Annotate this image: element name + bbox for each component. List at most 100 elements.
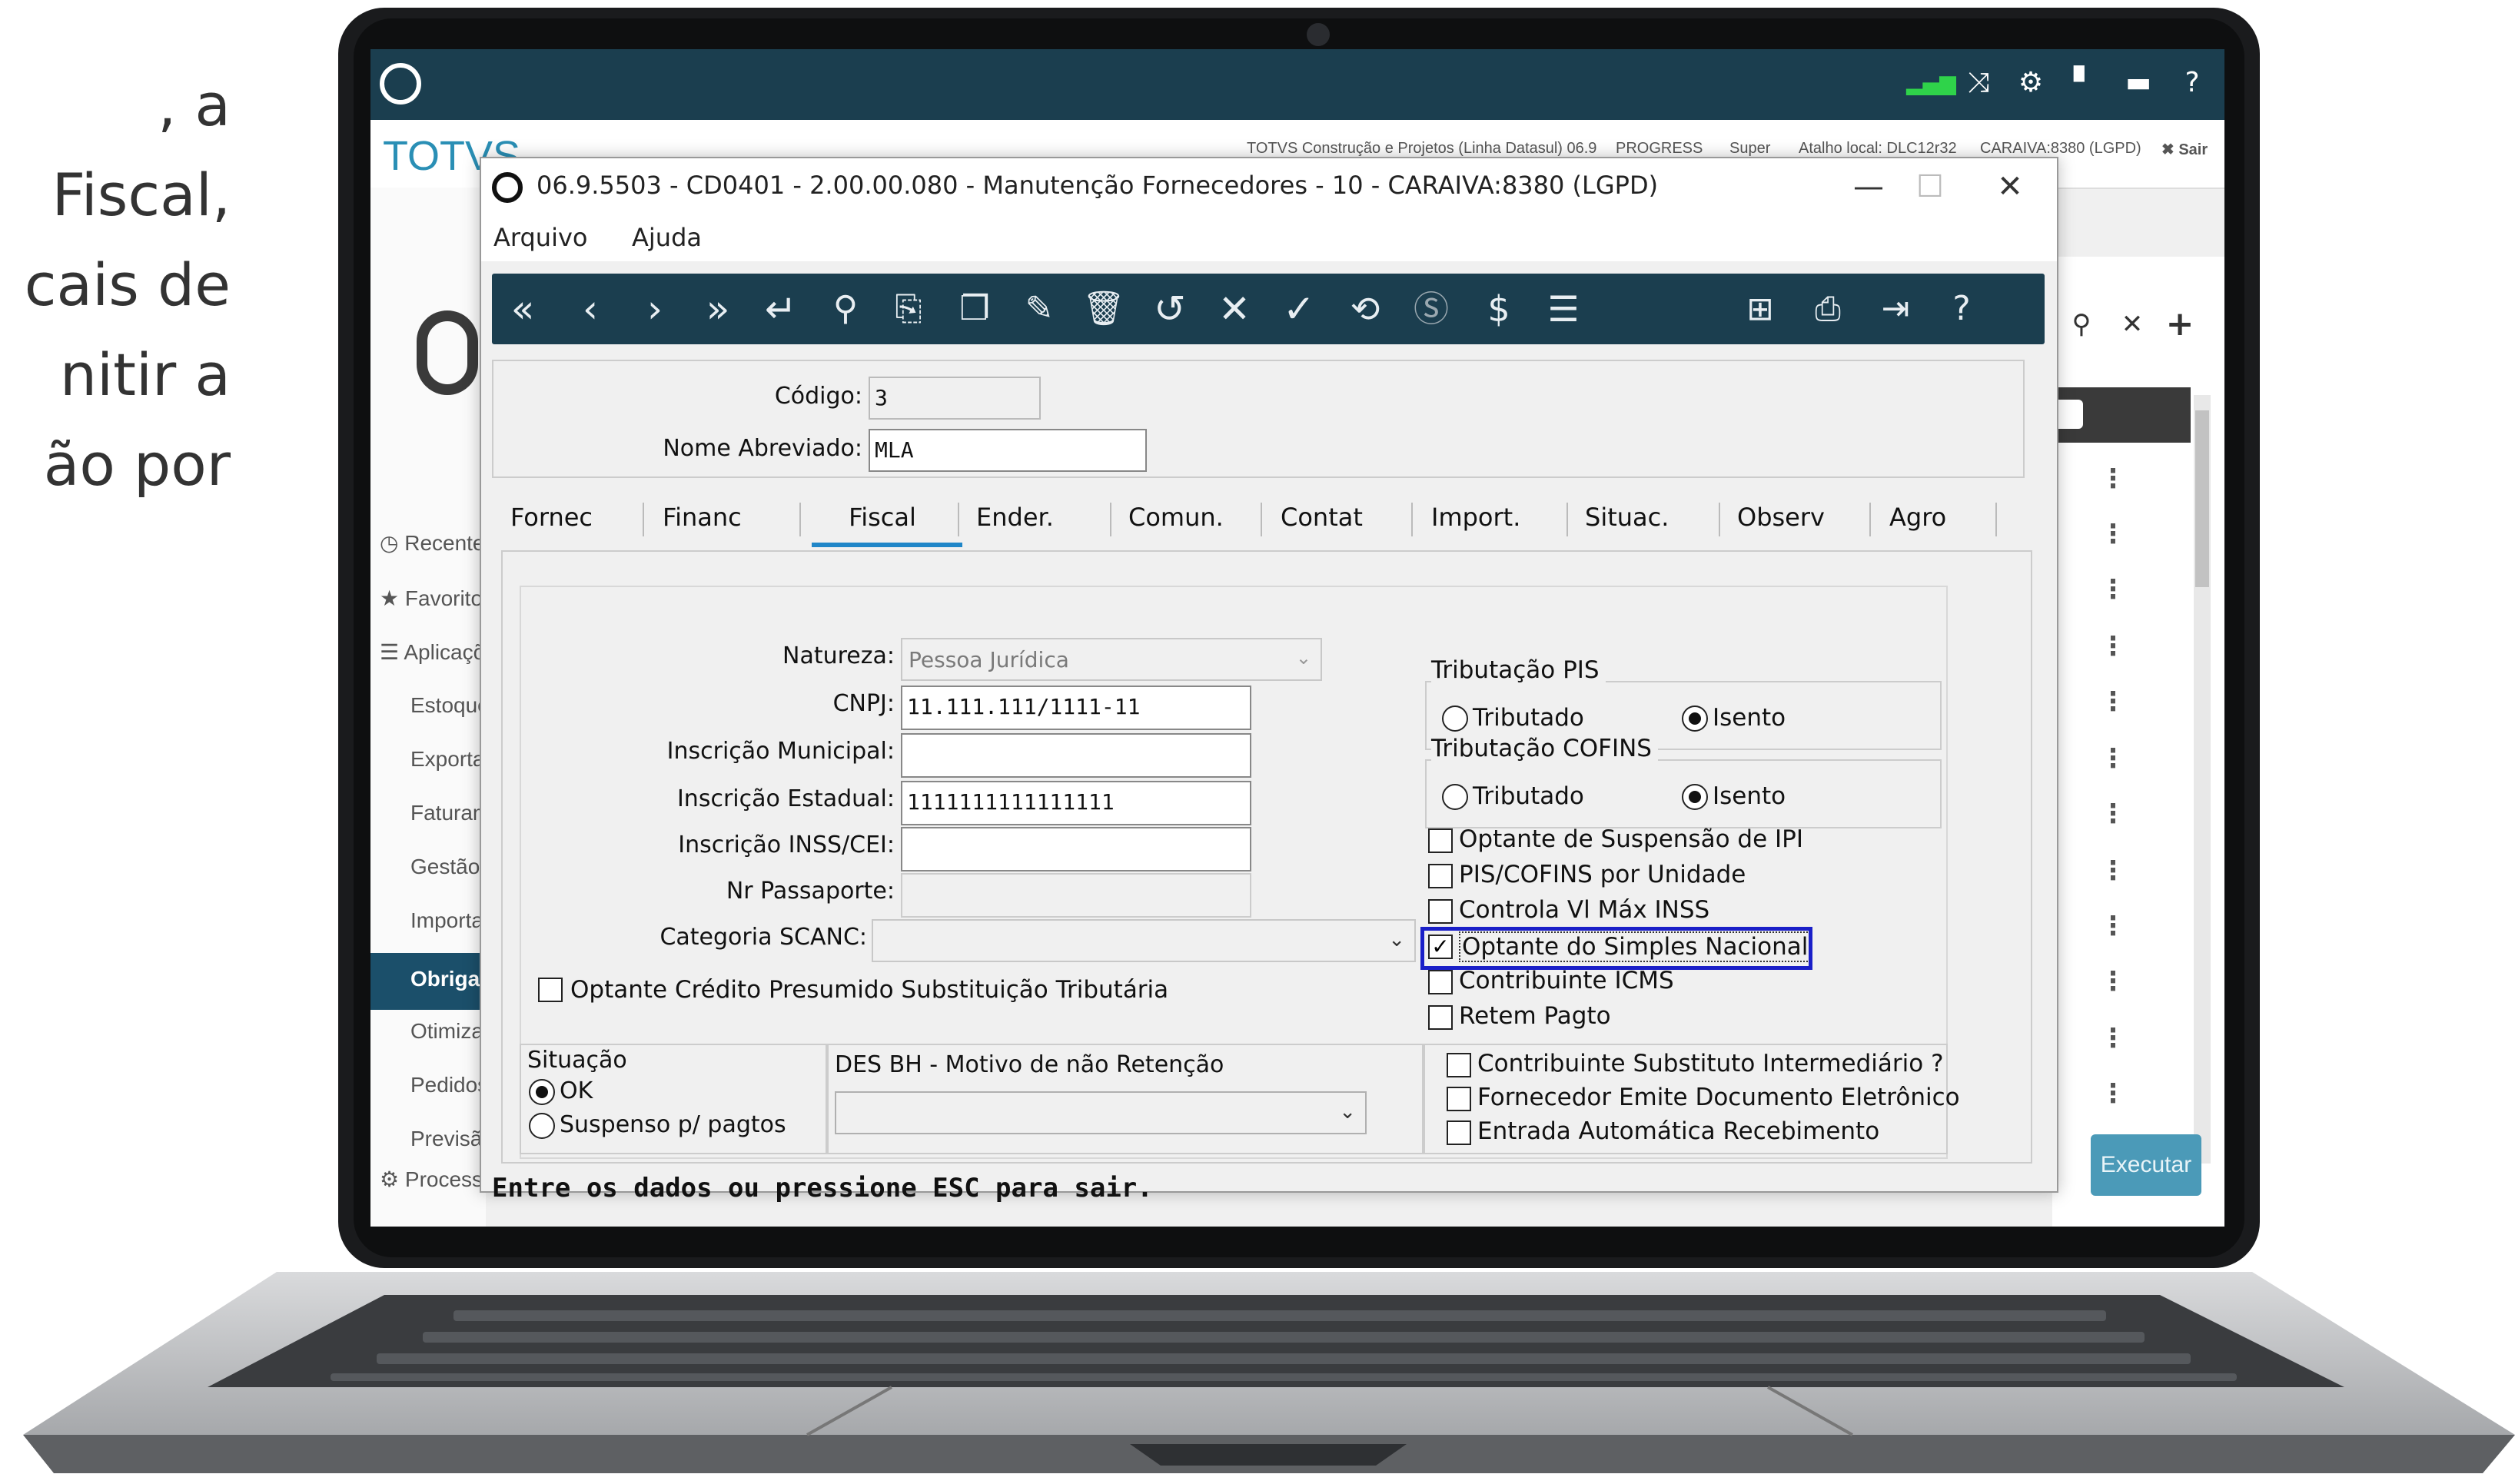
- pis-cofins-unidade-checkbox[interactable]: [1428, 864, 1453, 888]
- menu-ajuda[interactable]: Ajuda: [632, 223, 702, 252]
- currency-disabled-icon[interactable]: Ⓢ: [1407, 284, 1456, 334]
- first-record-icon[interactable]: «: [498, 284, 547, 334]
- row-menu-icon[interactable]: ⋮: [2100, 739, 2126, 778]
- shuffle-icon[interactable]: ⤨: [1960, 65, 1997, 101]
- tab-comun[interactable]: Comun.: [1128, 503, 1224, 532]
- nav-item-importa[interactable]: Importa: [410, 908, 483, 933]
- nav-item-gestao[interactable]: Gestão: [410, 855, 480, 879]
- help-icon[interactable]: ?: [2174, 65, 2211, 101]
- nav-item-faturam[interactable]: Faturam: [410, 801, 490, 825]
- edit-icon[interactable]: ✎: [1015, 284, 1064, 334]
- row-menu-icon[interactable]: ⋮: [2100, 570, 2126, 609]
- row-menu-icon[interactable]: ⋮: [2100, 852, 2126, 890]
- nav-item-obrigac-active[interactable]: Obrigaç: [370, 953, 492, 1010]
- row-menu-icon[interactable]: ⋮: [2100, 682, 2126, 721]
- codigo-field[interactable]: 3: [869, 377, 1041, 420]
- tab-fiscal[interactable]: Fiscal: [807, 503, 958, 532]
- maximize-button[interactable]: ☐: [1903, 166, 1957, 207]
- hierarchy-icon[interactable]: ⊞: [1736, 284, 1785, 334]
- minimize-button[interactable]: —: [1842, 166, 1895, 207]
- cofins-isento-radio[interactable]: [1682, 784, 1708, 810]
- nav-item-exporta[interactable]: Exporta: [410, 747, 485, 772]
- pis-isento-label: Isento: [1713, 704, 1786, 732]
- menu-arquivo[interactable]: Arquivo: [493, 223, 587, 252]
- nav-process[interactable]: ⚙ Process: [380, 1167, 483, 1192]
- row-menu-icon[interactable]: ⋮: [2100, 907, 2126, 945]
- tab-ender[interactable]: Ender.: [976, 503, 1054, 532]
- document-icon[interactable]: ▘: [2066, 65, 2103, 101]
- entrada-automatica-checkbox[interactable]: [1447, 1120, 1471, 1145]
- cnpj-field[interactable]: 11.111.111/1111-11: [901, 686, 1251, 730]
- print-icon[interactable]: ⎙: [1803, 284, 1852, 334]
- exit-button[interactable]: ✖ Sair: [2161, 140, 2208, 159]
- natureza-select[interactable]: Pessoa Jurídica ⌄: [901, 638, 1322, 681]
- copy-icon[interactable]: ❐: [950, 284, 999, 334]
- search-icon[interactable]: ⚲: [2058, 301, 2105, 347]
- help-icon[interactable]: ?: [1937, 284, 1986, 334]
- dollar-icon[interactable]: $: [1474, 284, 1523, 334]
- nav-recent[interactable]: ◷ Recente: [380, 530, 485, 556]
- insc-estadual-field[interactable]: 1111111111111111: [901, 781, 1251, 825]
- pis-tributado-radio[interactable]: [1442, 705, 1468, 732]
- tab-contat[interactable]: Contat: [1281, 503, 1363, 532]
- undo-icon[interactable]: ↺: [1145, 284, 1194, 334]
- insc-inss-field[interactable]: [901, 827, 1251, 871]
- situacao-ok-radio[interactable]: [529, 1079, 555, 1105]
- goto-icon[interactable]: ↵: [756, 284, 806, 334]
- nav-item-estoque[interactable]: Estoque: [410, 693, 490, 718]
- confirm-icon[interactable]: ✓: [1274, 284, 1324, 334]
- nome-abreviado-field[interactable]: MLA: [869, 429, 1147, 472]
- nav-item-otimiza[interactable]: Otimiza: [410, 1019, 483, 1044]
- row-menu-icon[interactable]: ⋮: [2100, 962, 2126, 1001]
- row-menu-icon[interactable]: ⋮: [2100, 627, 2126, 666]
- retem-pagto-checkbox[interactable]: [1428, 1005, 1453, 1030]
- last-record-icon[interactable]: »: [693, 284, 743, 334]
- row-menu-icon[interactable]: ⋮: [2100, 795, 2126, 833]
- emite-doc-eletronico-checkbox[interactable]: [1447, 1087, 1471, 1111]
- row-menu-icon[interactable]: ⋮: [2100, 460, 2126, 498]
- history-icon[interactable]: ⟲: [1341, 284, 1390, 334]
- prev-record-icon[interactable]: ‹: [566, 284, 615, 334]
- tab-financ[interactable]: Financ: [663, 503, 742, 532]
- list-icon[interactable]: ☰: [1539, 284, 1588, 334]
- add-icon[interactable]: +: [2157, 301, 2203, 347]
- exit-icon[interactable]: ⇥: [1871, 284, 1920, 334]
- nav-item-previsao[interactable]: Previsã: [410, 1127, 482, 1151]
- nav-favorites[interactable]: ★ Favorito: [380, 586, 483, 611]
- close-icon[interactable]: ✕: [2109, 301, 2155, 347]
- nav-apps[interactable]: ☰ Aplicaçõ: [380, 639, 485, 665]
- chat-icon[interactable]: ▬: [2120, 65, 2157, 101]
- scanc-select[interactable]: ⌄: [872, 919, 1416, 962]
- tab-observ[interactable]: Observ: [1737, 503, 1825, 532]
- execute-button[interactable]: Executar: [2091, 1134, 2201, 1196]
- new-icon[interactable]: ⎘: [884, 284, 933, 334]
- search-icon[interactable]: ⚲: [821, 284, 870, 334]
- delete-icon[interactable]: 🗑: [1079, 284, 1128, 334]
- credito-presumido-checkbox[interactable]: [538, 978, 563, 1002]
- controla-inss-checkbox[interactable]: [1428, 899, 1453, 924]
- tab-import[interactable]: Import.: [1431, 503, 1520, 532]
- scrollbar-thumb[interactable]: [2195, 410, 2209, 587]
- suspensao-ipi-checkbox[interactable]: [1428, 828, 1453, 853]
- nav-item-pedidos[interactable]: Pedidos: [410, 1073, 488, 1097]
- gear-icon[interactable]: ⚙: [2012, 65, 2049, 101]
- contribuinte-icms-checkbox[interactable]: [1428, 970, 1453, 994]
- desbh-select[interactable]: ⌄: [835, 1091, 1367, 1134]
- situacao-suspenso-radio[interactable]: [529, 1113, 555, 1139]
- close-button[interactable]: ✕: [1983, 166, 2037, 207]
- next-record-icon[interactable]: ›: [630, 284, 679, 334]
- cofins-tributado-radio[interactable]: [1442, 784, 1468, 810]
- cancel-icon[interactable]: ✕: [1210, 284, 1259, 334]
- row-menu-icon[interactable]: ⋮: [2100, 1019, 2126, 1057]
- tab-situac[interactable]: Situac.: [1585, 503, 1669, 532]
- substituto-intermediario-checkbox[interactable]: [1447, 1053, 1471, 1077]
- row-menu-icon[interactable]: ⋮: [2100, 515, 2126, 553]
- insc-municipal-field[interactable]: [901, 733, 1251, 778]
- passaporte-field[interactable]: [901, 873, 1251, 918]
- tab-agro[interactable]: Agro: [1889, 503, 1946, 532]
- totvs-logo-icon[interactable]: [380, 63, 421, 105]
- tab-fornec[interactable]: Fornec: [510, 503, 593, 532]
- row-menu-icon[interactable]: ⋮: [2100, 1074, 2126, 1113]
- pis-isento-radio[interactable]: [1682, 705, 1708, 732]
- signal-icon[interactable]: ▂▄▆: [1906, 65, 1956, 101]
